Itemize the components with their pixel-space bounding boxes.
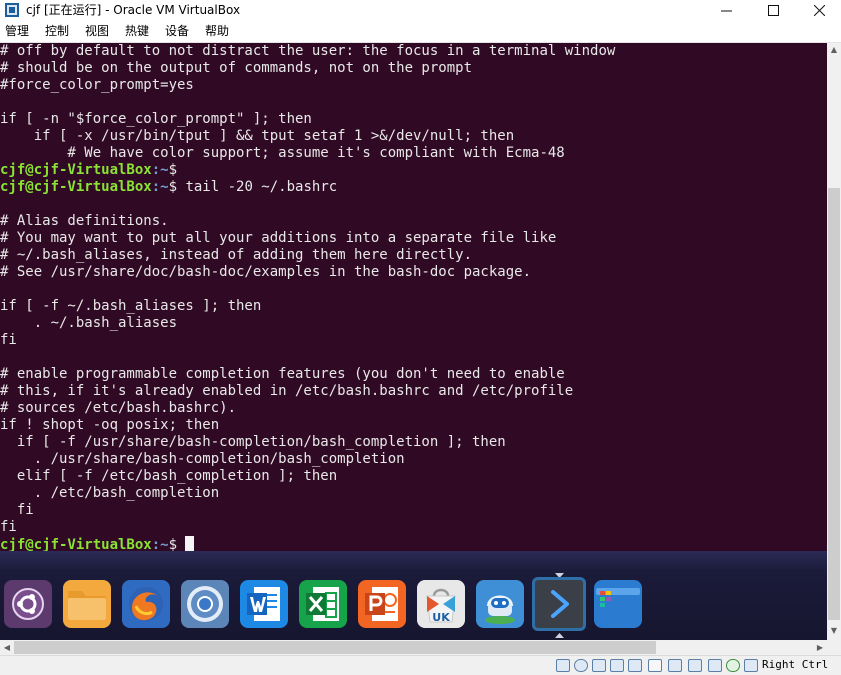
terminal-output-line: # See /usr/share/doc/bash-doc/examples i… <box>0 264 532 280</box>
scroll-left-arrow-icon[interactable]: ◀ <box>0 640 14 655</box>
prompt-user-host: cjf@cjf-VirtualBox <box>0 162 152 178</box>
vertical-scrollbar[interactable]: ▲ ▼ <box>827 43 841 640</box>
terminal-output-line: # You may want to put all your additions… <box>0 230 557 246</box>
prompt-dollar: $ <box>168 537 186 551</box>
terminal-output-line: if [ -x /usr/bin/tput ] && tput setaf 1 … <box>0 128 515 144</box>
horizontal-scrollbar[interactable]: ◀ ▶ <box>0 640 827 655</box>
terminal-cursor <box>185 536 195 551</box>
prompt-separator: : <box>151 162 161 178</box>
vm-status-bar: Right Ctrl <box>0 655 841 675</box>
menu-item-devices[interactable]: 设备 <box>165 23 189 39</box>
prompt-dollar: $ <box>168 162 186 178</box>
maximize-button[interactable] <box>750 0 796 20</box>
optical-drive-icon[interactable] <box>574 659 588 672</box>
terminal-output-line: if ! shopt -oq posix; then <box>0 417 220 433</box>
wps-writer-icon[interactable] <box>240 580 288 628</box>
terminal-output-line: # Alias definitions. <box>0 213 169 229</box>
ubuntu-kylin-assistant-icon[interactable] <box>476 580 524 628</box>
terminal-output-line: if [ -n "$force_color_prompt" ]; then <box>0 111 312 127</box>
scroll-right-arrow-icon[interactable]: ▶ <box>813 640 827 655</box>
terminal-output-line: . /usr/share/bash-completion/bash_comple… <box>0 451 405 467</box>
terminal-output-line: # We have color support; assume it's com… <box>0 145 565 161</box>
scroll-up-arrow-icon[interactable]: ▲ <box>827 43 841 57</box>
menu-item-view[interactable]: 视图 <box>85 23 109 39</box>
mouse-integration-icon[interactable] <box>726 659 740 672</box>
launcher-up-arrow-icon <box>555 573 564 578</box>
vertical-scrollbar-thumb[interactable] <box>828 188 840 620</box>
terminal-output-line: fi <box>0 502 34 518</box>
terminal-output-line: # sources /etc/bash.bashrc). <box>0 400 237 416</box>
wps-presentation-icon[interactable] <box>358 580 406 628</box>
terminal-output-line: if [ -f ~/.bash_aliases ]; then <box>0 298 262 314</box>
host-key-label: Right Ctrl <box>762 658 829 671</box>
terminal-prompt-line: cjf@cjf-VirtualBox:~$ tail -20 ~/.bashrc <box>0 179 337 196</box>
window-title-bar[interactable]: cjf [正在运行] - Oracle VM VirtualBox <box>0 0 841 20</box>
menu-item-control[interactable]: 控制 <box>45 23 69 39</box>
terminal-output-line: . /etc/bash_completion <box>0 485 220 501</box>
prompt-separator: : <box>151 179 161 195</box>
keyboard-icon[interactable] <box>744 659 758 672</box>
terminal-output-line: # off by default to not distract the use… <box>0 43 616 59</box>
wps-spreadsheet-icon[interactable] <box>299 580 347 628</box>
cpu-virtualization-icon[interactable] <box>708 659 722 672</box>
terminal-command: tail -20 ~/.bashrc <box>185 179 338 195</box>
launcher-down-arrow-icon <box>555 633 564 638</box>
terminal-output-line: # this, if it's already enabled in /etc/… <box>0 383 574 399</box>
terminal-app-icon[interactable] <box>535 580 583 628</box>
scroll-down-arrow-icon[interactable]: ▼ <box>827 624 841 638</box>
chromium-browser-icon[interactable] <box>181 580 229 628</box>
hard-disk-icon[interactable] <box>556 659 570 672</box>
menu-item-hotkeys[interactable]: 热键 <box>125 23 149 39</box>
menu-item-manage[interactable]: 管理 <box>5 23 29 39</box>
prompt-path: ~ <box>160 162 169 178</box>
prompt-dollar: $ <box>168 179 186 195</box>
maximize-icon <box>767 4 779 16</box>
terminal-output-line: if [ -f /usr/share/bash-completion/bash_… <box>0 434 506 450</box>
terminal-output[interactable]: # off by default to not distract the use… <box>0 43 827 551</box>
firefox-icon[interactable] <box>122 580 170 628</box>
display-icon[interactable] <box>668 659 682 672</box>
terminal-output-line: #force_color_prompt=yes <box>0 77 194 93</box>
ubuntu-logo-icon[interactable] <box>4 580 52 628</box>
terminal-output-line: fi <box>0 332 17 348</box>
terminal-output-line: # enable programmable completion feature… <box>0 366 565 382</box>
prompt-user-host: cjf@cjf-VirtualBox <box>0 537 152 551</box>
close-button[interactable] <box>796 0 841 20</box>
terminal-prompt-line: cjf@cjf-VirtualBox:~$ <box>0 536 195 551</box>
terminal-output-line: . ~/.bash_aliases <box>0 315 178 331</box>
usb-icon[interactable] <box>628 659 642 672</box>
video-capture-icon[interactable] <box>688 659 702 672</box>
shared-folders-icon[interactable] <box>648 659 662 672</box>
terminal-output-line: # ~/.bash_aliases, instead of adding the… <box>0 247 473 263</box>
files-folder-icon[interactable] <box>63 580 111 628</box>
terminal-output-line: elif [ -f /etc/bash_completion ]; then <box>0 468 338 484</box>
ubuntu-software-center-icon[interactable]: UK <box>417 580 465 628</box>
prompt-path: ~ <box>160 537 169 551</box>
prompt-path: ~ <box>160 179 169 195</box>
menu-bar: 管理 控制 视图 热键 设备 帮助 <box>0 20 841 43</box>
terminal-prompt-line: cjf@cjf-VirtualBox:~$ <box>0 162 185 179</box>
minimize-button[interactable] <box>703 0 749 20</box>
workspace-switcher-icon[interactable] <box>594 580 642 628</box>
close-icon <box>813 4 825 16</box>
menu-item-help[interactable]: 帮助 <box>205 23 229 39</box>
network-icon[interactable] <box>610 659 624 672</box>
terminal-output-line: # should be on the output of commands, n… <box>0 60 473 76</box>
minimize-icon <box>720 10 732 11</box>
horizontal-scrollbar-thumb[interactable] <box>14 641 656 654</box>
terminal-output-line: fi <box>0 519 17 535</box>
audio-icon[interactable] <box>592 659 606 672</box>
prompt-user-host: cjf@cjf-VirtualBox <box>0 179 152 195</box>
prompt-separator: : <box>151 537 161 551</box>
window-title: cjf [正在运行] - Oracle VM VirtualBox <box>26 3 241 17</box>
virtualbox-icon <box>5 3 19 17</box>
software-center-badge: UK <box>432 611 450 624</box>
